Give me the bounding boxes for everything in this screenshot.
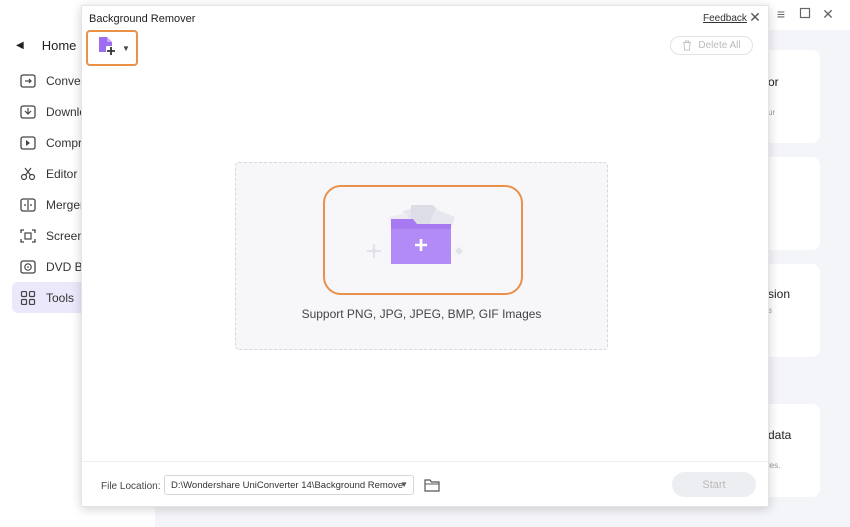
nav-home-label: Home xyxy=(41,37,77,53)
file-location-label: File Location: xyxy=(101,481,161,492)
sidebar-item-label: Conver xyxy=(46,74,85,88)
tool-card-desc: ur xyxy=(768,108,776,117)
sidebar-item-editor[interactable]: Editor xyxy=(12,159,92,189)
sidebar-item-screen-recorder[interactable]: Screen xyxy=(12,221,92,251)
file-location-select[interactable]: D:\Wondershare UniConverter 14\Backgroun… xyxy=(164,475,414,495)
sidebar-item-merger[interactable]: Merger xyxy=(12,190,92,220)
nav-home[interactable]: ◀ Home xyxy=(16,33,76,57)
delete-all-button[interactable]: Delete All xyxy=(670,36,753,55)
add-folder-icon xyxy=(367,205,463,264)
sidebar-item-label: Tools xyxy=(46,290,75,305)
screen-recorder-icon xyxy=(20,229,36,243)
chevron-left-icon: ◀ xyxy=(16,39,24,51)
tool-card-title: or xyxy=(768,75,779,89)
add-files-button[interactable]: ▼ xyxy=(86,30,138,66)
chevron-down-icon: ▼ xyxy=(400,480,408,489)
merger-icon xyxy=(20,198,36,212)
add-file-icon xyxy=(97,36,117,61)
supported-formats-text: Support PNG, JPG, JPEG, BMP, GIF Images xyxy=(301,307,542,321)
delete-all-label: Delete All xyxy=(698,40,741,51)
trash-icon xyxy=(682,40,692,51)
dialog-title: Background Remover xyxy=(89,13,196,25)
download-icon xyxy=(20,105,36,119)
menu-icon[interactable]: ≡ xyxy=(774,7,788,21)
tool-card[interactable]: or ur xyxy=(768,50,820,143)
tool-card[interactable]: data les. xyxy=(768,404,820,497)
sidebar-item-label: Screen xyxy=(46,229,85,243)
open-folder-icon[interactable] xyxy=(424,478,440,492)
image-drop-zone[interactable]: Support PNG, JPG, JPEG, BMP, GIF Images xyxy=(235,162,608,350)
converter-icon xyxy=(20,74,36,88)
scissors-icon xyxy=(20,167,36,181)
feedback-link[interactable]: Feedback xyxy=(703,13,747,24)
sidebar-item-converter[interactable]: Conver xyxy=(12,66,92,96)
compress-icon xyxy=(20,136,36,150)
background-remover-dialog: Background Remover Feedback ✕ ▼ Delete A… xyxy=(81,5,769,507)
sidebar-item-downloader[interactable]: Downlo xyxy=(12,97,92,127)
sidebar-item-label: Merger xyxy=(46,198,85,212)
tool-card[interactable] xyxy=(768,157,820,250)
add-images-target[interactable] xyxy=(323,185,523,295)
start-button[interactable]: Start xyxy=(672,472,756,497)
sidebar-item-compressor[interactable]: Compre xyxy=(12,128,92,158)
sidebar-nav: ◀ Home Conver Downlo Compre Editor Merge… xyxy=(0,28,92,527)
sidebar-item-label: Editor xyxy=(46,167,78,181)
tool-card-title: sion xyxy=(768,287,791,301)
chevron-down-icon: ▼ xyxy=(122,43,130,53)
maximize-icon[interactable] xyxy=(798,7,812,21)
sidebar-item-dvd-burner[interactable]: DVD Bu xyxy=(12,252,92,282)
footer-divider xyxy=(82,461,768,462)
main-close-icon[interactable]: ✕ xyxy=(821,7,835,21)
close-icon[interactable]: ✕ xyxy=(748,10,762,24)
file-location-value: D:\Wondershare UniConverter 14\Backgroun… xyxy=(171,479,404,491)
tool-card[interactable]: sion s xyxy=(768,264,820,357)
tool-card-desc: les. xyxy=(768,461,781,470)
sidebar-item-tools[interactable]: Tools xyxy=(12,282,92,313)
tool-card-title: data xyxy=(768,428,792,442)
dvd-icon xyxy=(20,260,36,274)
tools-grid-icon xyxy=(20,290,36,305)
